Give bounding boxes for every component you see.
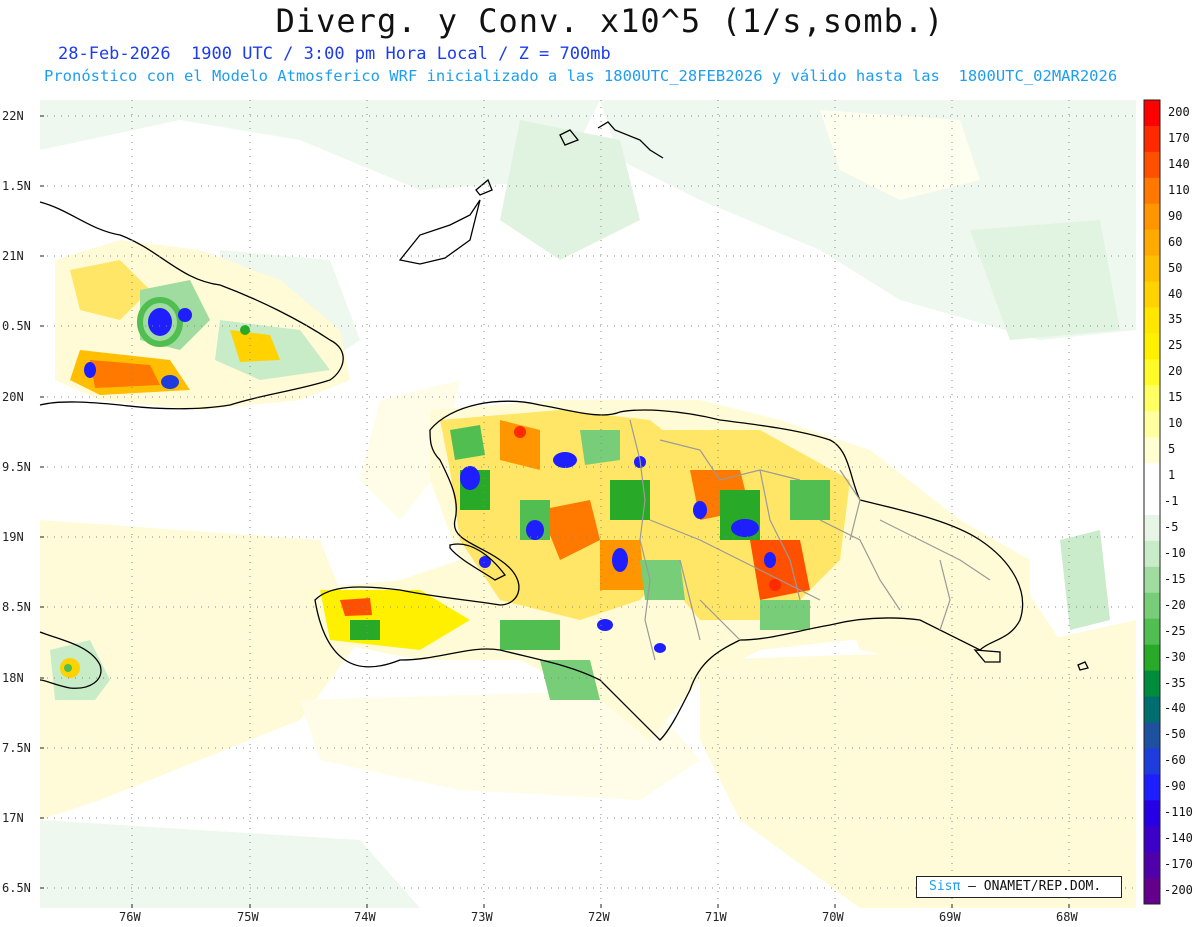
colorbar-swatch <box>1144 100 1160 127</box>
lon-label: 75W <box>237 910 259 924</box>
divergence-map <box>39 99 1161 908</box>
lon-label: 71W <box>705 910 727 924</box>
colorbar-label: -35 <box>1164 675 1186 690</box>
colorbar-swatch <box>1144 722 1160 749</box>
colorbar-label: 60 <box>1168 234 1183 249</box>
colorbar-swatch <box>1144 125 1160 153</box>
lat-label: 22N <box>2 109 24 123</box>
lat-label: 18N <box>2 671 24 685</box>
colorbar-swatch <box>1144 255 1160 283</box>
colorbar-label: 25 <box>1168 338 1183 353</box>
colorbar-label: -40 <box>1164 701 1186 716</box>
colorbar-swatch <box>1144 437 1160 464</box>
colorbar-label: -170 <box>1164 857 1193 872</box>
lon-label: 69W <box>939 910 961 924</box>
colorbar-label: -140 <box>1164 831 1193 846</box>
colorbar-swatch <box>1144 463 1160 490</box>
colorbar-swatch <box>1144 592 1160 620</box>
lat-label: 19N <box>2 530 24 544</box>
colorbar-label: -5 <box>1164 519 1179 534</box>
lon-label: 68W <box>1056 910 1078 924</box>
colorbar-swatch <box>1144 307 1160 334</box>
colorbar-label: 50 <box>1168 260 1183 275</box>
colorbar-swatch <box>1144 411 1160 438</box>
colorbar-label: -110 <box>1164 805 1193 820</box>
colorbar-swatch <box>1144 229 1160 257</box>
colorbar-label: 90 <box>1168 208 1183 223</box>
colorbar-label: -10 <box>1164 545 1186 560</box>
lat-label: 17N <box>2 811 24 825</box>
lon-label: 76W <box>119 910 141 924</box>
colorbar-label: 170 <box>1168 130 1190 145</box>
colorbar-swatch <box>1144 852 1160 879</box>
colorbar-swatch <box>1144 748 1160 775</box>
colorbar-label: -15 <box>1164 571 1186 586</box>
colorbar-swatch <box>1144 514 1160 542</box>
colorbar-swatch <box>1144 774 1160 801</box>
colorbar-swatch <box>1144 670 1160 698</box>
colorbar-label: 5 <box>1168 442 1176 457</box>
colorbar-label: -90 <box>1164 779 1186 794</box>
colorbar-swatch <box>1144 203 1160 231</box>
colorbar-swatch <box>1144 489 1160 516</box>
colorbar-swatch <box>1144 385 1160 412</box>
colorbar-label: 10 <box>1168 416 1183 431</box>
lat-label: 6.5N <box>2 881 31 895</box>
colorbar-label: -50 <box>1164 727 1186 742</box>
lon-label: 74W <box>354 910 376 924</box>
colorbar-swatch <box>1144 618 1160 646</box>
lat-label: 8.5N <box>2 600 31 614</box>
colorbar-label: 35 <box>1168 312 1183 327</box>
colorbar-label: 20 <box>1168 364 1183 379</box>
sispi-logo: Sisπ <box>929 879 961 894</box>
colorbar-label: -25 <box>1164 623 1186 638</box>
colorbar-label: 200 <box>1168 104 1190 119</box>
colorbar-label: 15 <box>1168 390 1183 405</box>
colorbar-label: -200 <box>1164 883 1193 898</box>
colorbar-swatch <box>1144 644 1160 672</box>
colorbar-label: 1 <box>1168 468 1176 483</box>
credit-box: Sisπ – ONAMET/REP.DOM. <box>916 876 1122 898</box>
lat-label: 20N <box>2 390 24 404</box>
colorbar-swatch <box>1144 151 1160 179</box>
colorbar-label: 40 <box>1168 286 1183 301</box>
lon-label: 73W <box>471 910 493 924</box>
lon-label: 70W <box>822 910 844 924</box>
lat-label: 1.5N <box>2 179 31 193</box>
colorbar-label: 110 <box>1168 182 1190 197</box>
colorbar-label: 140 <box>1168 156 1190 171</box>
lat-label: 7.5N <box>2 741 31 755</box>
colorbar-swatch <box>1144 878 1160 905</box>
colorbar-swatch <box>1144 826 1160 853</box>
lat-label: 9.5N <box>2 460 31 474</box>
lon-label: 72W <box>588 910 610 924</box>
colorbar-swatch <box>1144 800 1160 827</box>
colorbar-swatch <box>1144 177 1160 205</box>
colorbar-swatch <box>1144 566 1160 594</box>
colorbar-label: -20 <box>1164 597 1186 612</box>
credit-org: – ONAMET/REP.DOM. <box>968 879 1102 894</box>
colorbar-swatch <box>1144 359 1160 386</box>
colorbar-swatch <box>1144 281 1160 308</box>
colorbar-swatch <box>1144 696 1160 723</box>
colorbar-swatch <box>1144 540 1160 568</box>
colorbar-label: -30 <box>1164 649 1186 664</box>
colorbar-label: -1 <box>1164 494 1179 508</box>
lat-label: 21N <box>2 249 24 263</box>
colorbar <box>1143 99 1161 905</box>
colorbar-label: -60 <box>1164 753 1186 768</box>
colorbar-swatch <box>1144 333 1160 360</box>
lat-label: 0.5N <box>2 319 31 333</box>
